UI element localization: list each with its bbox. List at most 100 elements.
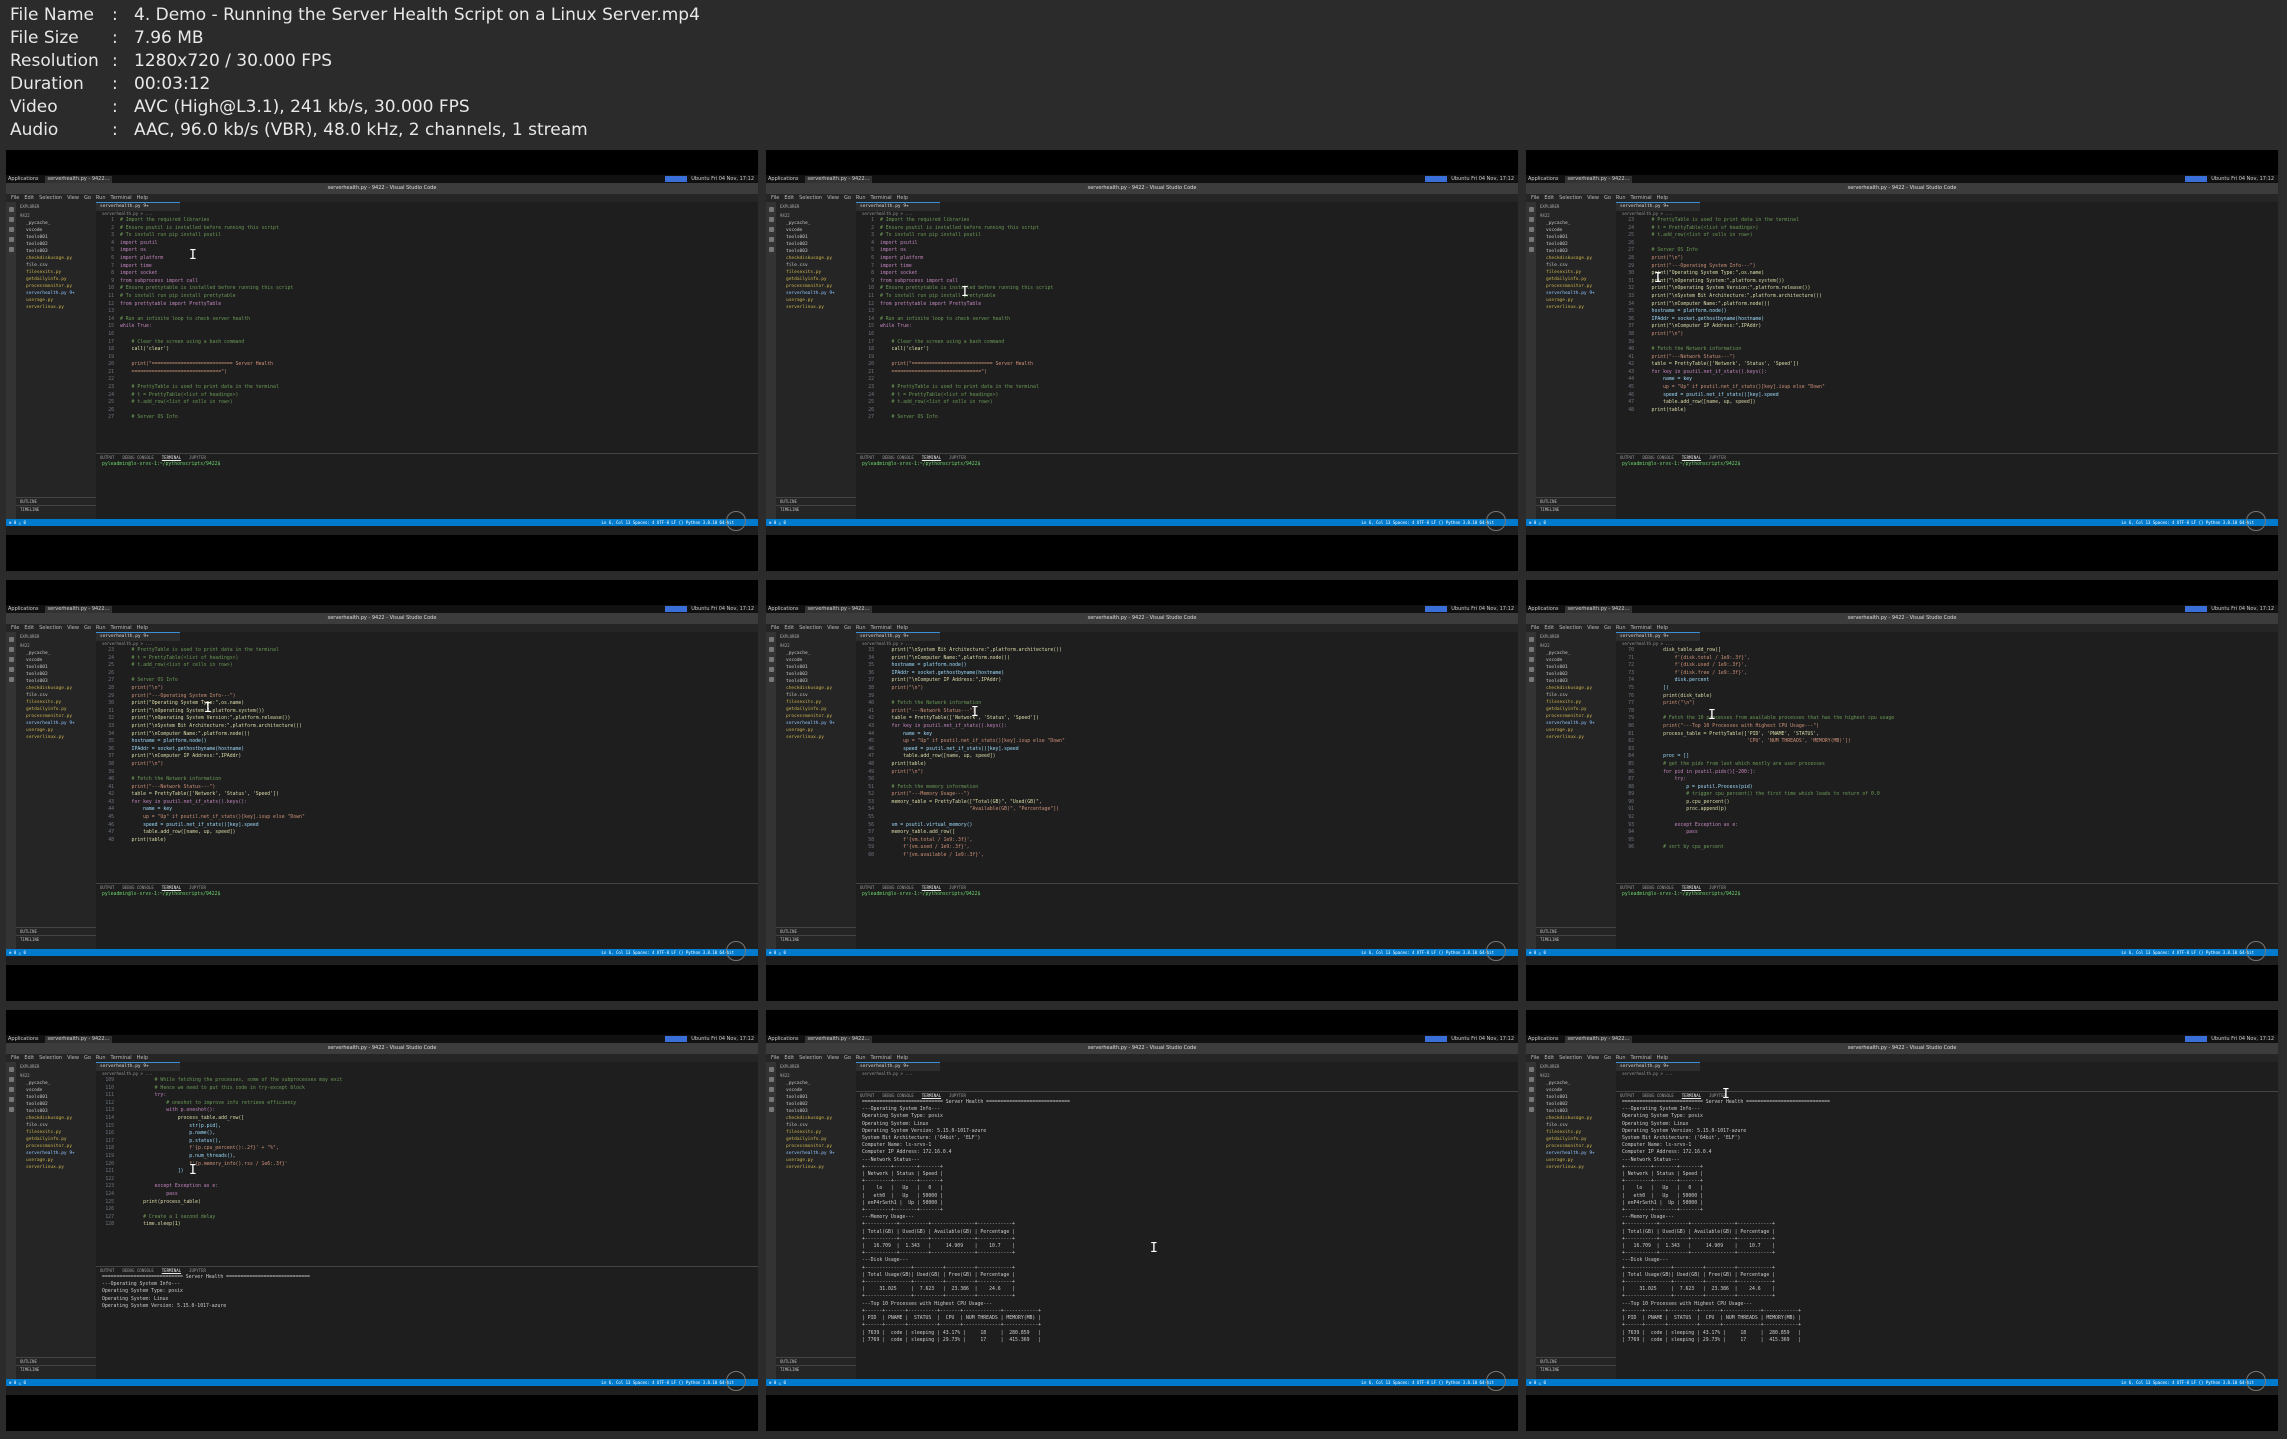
file-item[interactable]: file.csv: [1536, 692, 1616, 699]
code-editor[interactable]: serverhealth.py 9+ serverhealth.py > ...: [856, 1062, 1518, 1092]
file-item[interactable]: serverhealth.py 9+: [776, 720, 856, 727]
timeline-section[interactable]: TIMELINE: [1536, 505, 1620, 513]
file-item[interactable]: checkdiskusage.py: [1536, 255, 1616, 262]
tab-output[interactable]: OUTPUT: [100, 884, 114, 891]
file-item[interactable]: tools002: [776, 241, 856, 248]
tab-jupyter[interactable]: JUPYTER: [949, 1092, 966, 1099]
run-debug-icon[interactable]: [8, 667, 14, 672]
folder-name[interactable]: 9422: [776, 641, 856, 650]
menu-item-go[interactable]: Go: [84, 624, 91, 632]
problems-count[interactable]: ⊗ 0 △ 0: [769, 519, 786, 526]
run-debug-icon[interactable]: [768, 667, 774, 672]
code-editor[interactable]: serverhealth.py 9+ serverhealth.py > ...…: [1616, 632, 2278, 884]
menu-item-go[interactable]: Go: [844, 1054, 851, 1062]
file-item[interactable]: serverlinux.py: [16, 1164, 96, 1171]
applications-menu[interactable]: Applications: [768, 606, 799, 612]
search-icon[interactable]: [768, 217, 774, 222]
editor-tab[interactable]: serverhealth.py 9+: [96, 1062, 180, 1071]
menu-item-edit[interactable]: Edit: [24, 1054, 34, 1062]
menu-item-file[interactable]: File: [771, 624, 779, 632]
tab-jupyter[interactable]: JUPYTER: [189, 1267, 206, 1274]
search-icon[interactable]: [1528, 647, 1534, 652]
file-item[interactable]: serverlinux.py: [1536, 734, 1616, 741]
explorer-icon[interactable]: [8, 1067, 14, 1072]
applications-menu[interactable]: Applications: [8, 176, 39, 182]
file-item[interactable]: vscode: [1536, 657, 1616, 664]
code-editor[interactable]: serverhealth.py 9+ serverhealth.py > ...…: [1616, 202, 2278, 454]
menu-item-edit[interactable]: Edit: [784, 1054, 794, 1062]
code-editor[interactable]: serverhealth.py 9+ serverhealth.py > ...…: [96, 202, 758, 454]
menu-item-view[interactable]: View: [827, 1054, 839, 1062]
file-item[interactable]: processmonitor.py: [1536, 1143, 1616, 1150]
folder-name[interactable]: 9422: [776, 1071, 856, 1080]
file-item[interactable]: tools002: [16, 671, 96, 678]
video-thumbnail-2[interactable]: Applications serverhealth.py - 9422... U…: [766, 150, 1518, 571]
outline-section[interactable]: OUTLINE: [776, 927, 860, 935]
file-item[interactable]: checkdiskusage.py: [16, 1115, 96, 1122]
source-control-icon[interactable]: [8, 1087, 14, 1092]
file-item[interactable]: serverlinux.py: [776, 1164, 856, 1171]
menu-item-run[interactable]: Run: [96, 194, 106, 202]
tab-jupyter[interactable]: JUPYTER: [189, 884, 206, 891]
tab-terminal[interactable]: TERMINAL: [922, 454, 941, 461]
file-item[interactable]: filesexits.py: [1536, 269, 1616, 276]
explorer-icon[interactable]: [8, 637, 14, 642]
timeline-section[interactable]: TIMELINE: [16, 1365, 100, 1373]
folder-name[interactable]: 9422: [1536, 1071, 1616, 1080]
tab-debug-console[interactable]: DEBUG CONSOLE: [1642, 1092, 1673, 1099]
taskbar-item[interactable]: serverhealth.py - 9422...: [804, 175, 873, 183]
menu-item-help[interactable]: Help: [897, 1054, 908, 1062]
file-item[interactable]: file.csv: [1536, 262, 1616, 269]
file-item[interactable]: filesexits.py: [16, 1129, 96, 1136]
menu-item-go[interactable]: Go: [1604, 1054, 1611, 1062]
tab-terminal[interactable]: TERMINAL: [922, 1092, 941, 1099]
taskbar-item[interactable]: serverhealth.py - 9422...: [804, 605, 873, 613]
file-item[interactable]: userage.py: [776, 297, 856, 304]
extensions-icon[interactable]: [768, 1107, 774, 1112]
source-control-icon[interactable]: [768, 1087, 774, 1092]
menu-item-edit[interactable]: Edit: [1544, 194, 1554, 202]
file-item[interactable]: checkdiskusage.py: [776, 685, 856, 692]
menu-item-edit[interactable]: Edit: [784, 194, 794, 202]
menu-item-view[interactable]: View: [67, 624, 79, 632]
file-item[interactable]: _pycache_: [16, 1080, 96, 1087]
tab-terminal[interactable]: TERMINAL: [1682, 884, 1701, 891]
file-item[interactable]: tools003: [1536, 248, 1616, 255]
file-item[interactable]: _pycache_: [1536, 1080, 1616, 1087]
menu-item-run[interactable]: Run: [856, 194, 866, 202]
tab-jupyter[interactable]: JUPYTER: [1709, 884, 1726, 891]
file-item[interactable]: tools003: [16, 1108, 96, 1115]
terminal-output[interactable]: ============================ Server Heal…: [856, 1099, 1518, 1344]
menu-item-terminal[interactable]: Terminal: [1631, 1054, 1652, 1062]
problems-count[interactable]: ⊗ 0 △ 0: [1529, 1379, 1546, 1386]
menu-item-view[interactable]: View: [67, 194, 79, 202]
file-item[interactable]: vscode: [16, 1087, 96, 1094]
file-item[interactable]: vscode: [1536, 227, 1616, 234]
menu-item-run[interactable]: Run: [1616, 1054, 1626, 1062]
source-control-icon[interactable]: [8, 657, 14, 662]
timeline-section[interactable]: TIMELINE: [16, 935, 100, 943]
file-item[interactable]: tools001: [776, 234, 856, 241]
taskbar-item[interactable]: serverhealth.py - 9422...: [44, 1035, 113, 1043]
file-item[interactable]: filesexits.py: [16, 269, 96, 276]
file-item[interactable]: tools003: [16, 248, 96, 255]
extensions-icon[interactable]: [8, 677, 14, 682]
menu-item-run[interactable]: Run: [1616, 194, 1626, 202]
menu-item-help[interactable]: Help: [1657, 624, 1668, 632]
file-item[interactable]: vscode: [16, 657, 96, 664]
menu-item-run[interactable]: Run: [96, 624, 106, 632]
applications-menu[interactable]: Applications: [1528, 1036, 1559, 1042]
explorer-icon[interactable]: [768, 637, 774, 642]
search-icon[interactable]: [8, 647, 14, 652]
tab-debug-console[interactable]: DEBUG CONSOLE: [882, 454, 913, 461]
editor-tab[interactable]: serverhealth.py 9+: [856, 632, 940, 641]
file-item[interactable]: tools001: [776, 664, 856, 671]
file-item[interactable]: getdailyinfo.py: [16, 1136, 96, 1143]
extensions-icon[interactable]: [1528, 1107, 1534, 1112]
run-debug-icon[interactable]: [8, 1097, 14, 1102]
menu-item-view[interactable]: View: [1587, 194, 1599, 202]
file-item[interactable]: file.csv: [16, 1122, 96, 1129]
editor-tab[interactable]: serverhealth.py 9+: [96, 202, 180, 211]
menu-item-view[interactable]: View: [1587, 624, 1599, 632]
applications-menu[interactable]: Applications: [8, 1036, 39, 1042]
